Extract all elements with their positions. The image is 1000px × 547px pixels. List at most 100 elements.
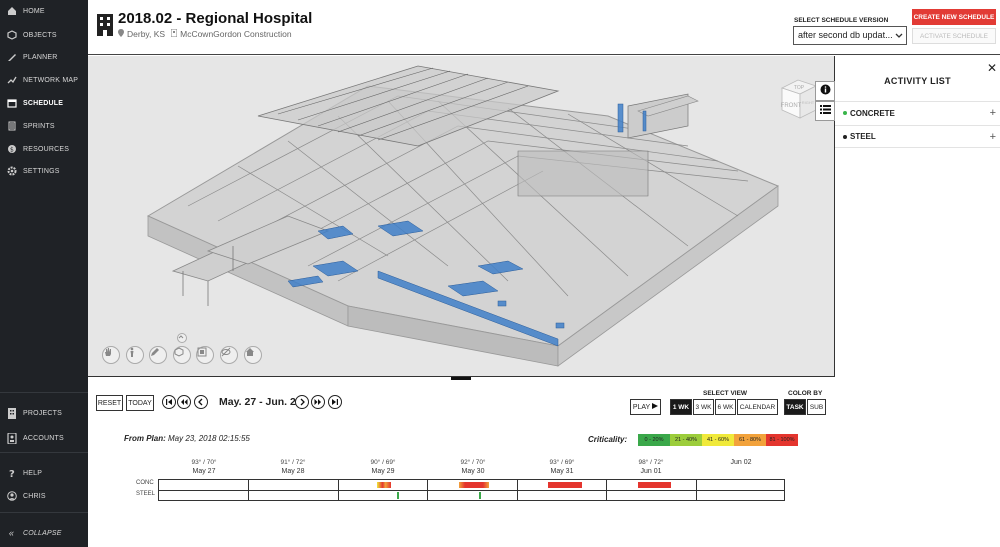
day-name: May 27 [192, 468, 216, 475]
building-icon [96, 14, 114, 36]
hide-tool-button[interactable] [220, 346, 238, 364]
first-button[interactable] [162, 395, 176, 409]
divider [0, 392, 88, 393]
sidebar-item-label: NETWORK MAP [23, 76, 79, 84]
task-bar[interactable] [397, 492, 399, 499]
play-label: PLAY [632, 403, 651, 411]
collapse-button[interactable]: « COLLAPSE [0, 522, 88, 544]
plus-icon[interactable]: + [990, 107, 996, 119]
task-bar[interactable] [377, 482, 391, 488]
activate-schedule-button[interactable]: ACTIVATE SCHEDULE [912, 28, 996, 44]
color-by-sub-button[interactable]: SUB [807, 399, 826, 415]
play-icon [652, 403, 659, 411]
day-divider [248, 480, 249, 500]
sidebar-item-label: SETTINGS [23, 167, 60, 175]
view-6wk-button[interactable]: 6 WK [715, 399, 736, 415]
sidebar-item-label: HELP [23, 469, 43, 477]
project-subtitle: Derby, KS McCownGordon Construction [118, 28, 292, 39]
today-button[interactable]: TODAY [126, 395, 154, 411]
task-bar[interactable] [638, 482, 671, 488]
sidebar-item-settings[interactable]: SETTINGS [0, 160, 88, 182]
weather-forecast: 91° / 72° [280, 459, 306, 466]
sidebar-item-network-map[interactable]: NETWORK MAP [0, 69, 88, 91]
criticality-21-40: 21 - 40% [670, 434, 702, 446]
sidebar-item-planner[interactable]: PLANNER [0, 46, 88, 68]
section-tool-button[interactable] [173, 346, 191, 364]
prev-button[interactable] [194, 395, 208, 409]
info-tab[interactable] [815, 81, 835, 101]
view-1wk-button[interactable]: 1 WK [670, 399, 692, 415]
fast-forward-icon [314, 393, 322, 411]
reset-button[interactable]: RESET [96, 395, 123, 411]
sidebar-item-objects[interactable]: OBJECTS [0, 24, 88, 46]
cube-front-label: FRONT [781, 103, 802, 109]
divider [0, 512, 88, 513]
plan-prefix: From Plan: [124, 434, 166, 443]
close-icon[interactable]: ✕ [987, 61, 997, 75]
sidebar-item-schedule[interactable]: SCHEDULE [0, 92, 88, 114]
task-bar[interactable] [548, 482, 582, 488]
chevron-right-icon [298, 393, 306, 411]
day-name: May 28 [281, 468, 305, 475]
project-location: Derby, KS [127, 29, 166, 39]
task-bar[interactable] [479, 492, 481, 499]
next-button[interactable] [295, 395, 309, 409]
layers-tool-button[interactable] [196, 346, 214, 364]
gear-icon [6, 166, 17, 177]
sidebar-item-help[interactable]: ? HELP [0, 462, 88, 484]
skip-back-icon [165, 393, 173, 411]
user-icon [6, 491, 17, 502]
criticality-label: Criticality: [588, 435, 628, 444]
splitter-grip[interactable] [451, 377, 471, 380]
sidebar-item-accounts[interactable]: ACCOUNTS [0, 427, 88, 449]
walk-tool-button[interactable] [126, 346, 144, 364]
sidebar-item-projects[interactable]: PROJECTS [0, 402, 88, 424]
sidebar-item-label: ACCOUNTS [23, 434, 64, 442]
activity-item-concrete[interactable]: CONCRETE + [835, 101, 1000, 124]
activity-item-steel[interactable]: STEEL + [835, 125, 1000, 148]
sidebar-item-home[interactable]: HOME [0, 0, 88, 22]
double-chevron-left-icon: « [8, 528, 15, 538]
day-divider [427, 480, 428, 500]
create-schedule-button[interactable]: CREATE NEW SCHEDULE [912, 9, 996, 25]
cube-right-label: RIGHT [802, 100, 815, 105]
view-calendar-button[interactable]: CALENDAR [737, 399, 778, 415]
expand-tools-button[interactable] [177, 333, 187, 343]
color-by-task-button[interactable]: TASK [784, 399, 806, 415]
weather-forecast: 93° / 70° [191, 459, 217, 466]
sidebar-item-label: HOME [23, 7, 45, 15]
network-icon [6, 75, 17, 86]
home-view-button[interactable] [244, 346, 262, 364]
sidebar-item-sprints[interactable]: SPRINTS [0, 115, 88, 137]
row-divider [159, 490, 784, 491]
page-title: 2018.02 - Regional Hospital [118, 10, 313, 27]
play-button[interactable]: PLAY [630, 399, 661, 415]
schedule-version-value: after second db updat... [798, 30, 893, 40]
edit-icon [6, 52, 17, 63]
building-icon [6, 407, 17, 419]
day-column-header: 91° / 72° May 28 [248, 458, 338, 476]
sidebar-item-user[interactable]: CHRIS [0, 485, 88, 507]
day-column-header: 93° / 70° May 27 [159, 458, 249, 476]
fast-forward-button[interactable] [311, 395, 325, 409]
panel-splitter[interactable] [88, 376, 835, 380]
pan-tool-button[interactable] [102, 346, 120, 364]
model-viewer[interactable]: TOP FRONT RIGHT [88, 56, 835, 376]
day-divider [696, 480, 697, 500]
list-icon [819, 102, 831, 120]
project-company: McCownGordon Construction [180, 29, 292, 39]
sidebar-item-label: RESOURCES [23, 145, 70, 153]
sidebar: HOME OBJECTS PLANNER NETWORK MAP SCHEDUL… [0, 0, 88, 547]
criticality-41-60: 41 - 60% [702, 434, 734, 446]
plus-icon[interactable]: + [990, 131, 996, 143]
help-icon: ? [6, 468, 17, 479]
rewind-button[interactable] [177, 395, 191, 409]
list-tab[interactable] [815, 101, 835, 121]
last-button[interactable] [328, 395, 342, 409]
measure-tool-button[interactable] [149, 346, 167, 364]
schedule-version-select[interactable]: after second db updat... [793, 26, 907, 45]
task-bar[interactable] [459, 482, 489, 488]
view-3wk-button[interactable]: 3 WK [693, 399, 714, 415]
plan-date: May 23, 2018 02:15:55 [168, 434, 250, 443]
sidebar-item-resources[interactable]: $ RESOURCES [0, 138, 88, 160]
